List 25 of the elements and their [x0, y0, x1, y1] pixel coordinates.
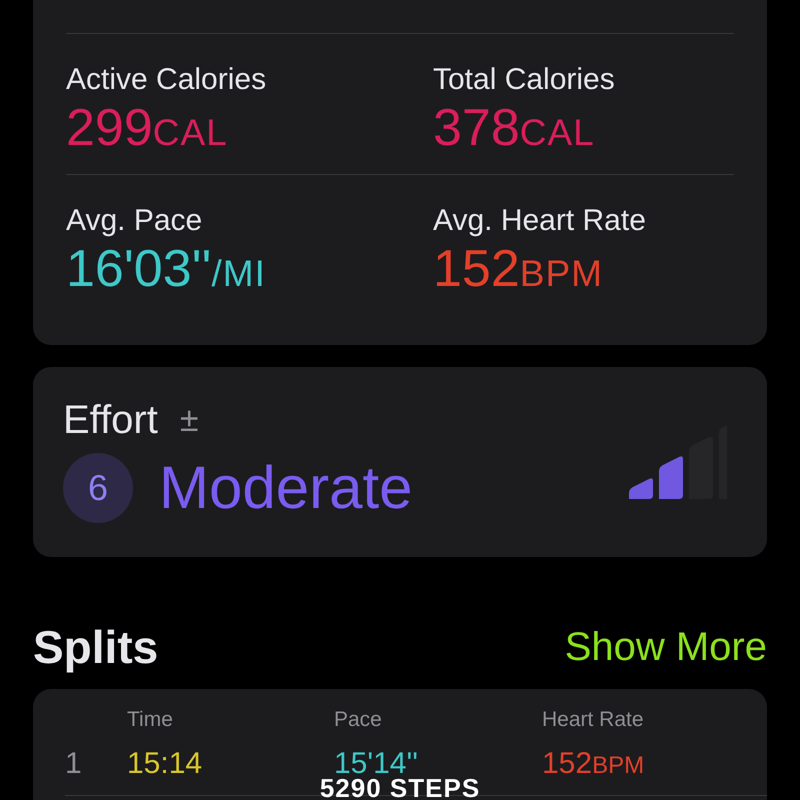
- split-number: 1: [65, 747, 83, 781]
- metric-value: 378: [433, 98, 520, 158]
- metric-value: 152: [433, 239, 520, 299]
- effort-rating: Moderate: [159, 453, 412, 523]
- heart-rate-unit: BPM: [592, 752, 644, 780]
- metric-value: 299: [66, 98, 153, 158]
- column-header: Time: [127, 707, 174, 733]
- show-more-link[interactable]: Show More: [564, 624, 767, 670]
- split-heart-rate: 152: [542, 747, 592, 781]
- column-header: Pace: [334, 707, 383, 733]
- metric-value: 16'03'': [66, 239, 212, 299]
- metric-unit: CAL: [152, 112, 228, 154]
- metric-label: Active Calories: [66, 62, 268, 98]
- metric-unit: /MI: [211, 253, 266, 295]
- metric-label: Avg. Heart Rate: [433, 203, 647, 239]
- metric-unit: BPM: [520, 253, 603, 295]
- effort-score: 6: [63, 453, 133, 523]
- metric-label: Total Calories: [433, 62, 616, 98]
- effort-title: Effort: [63, 397, 158, 443]
- splits-title: Splits: [33, 620, 158, 674]
- split-time: 15:14: [127, 747, 204, 781]
- metric-unit: CAL: [520, 112, 595, 154]
- adjust-icon[interactable]: ±: [180, 400, 199, 440]
- metric-label: Avg. Pace: [66, 203, 204, 239]
- column-header: Heart Rate: [542, 707, 645, 733]
